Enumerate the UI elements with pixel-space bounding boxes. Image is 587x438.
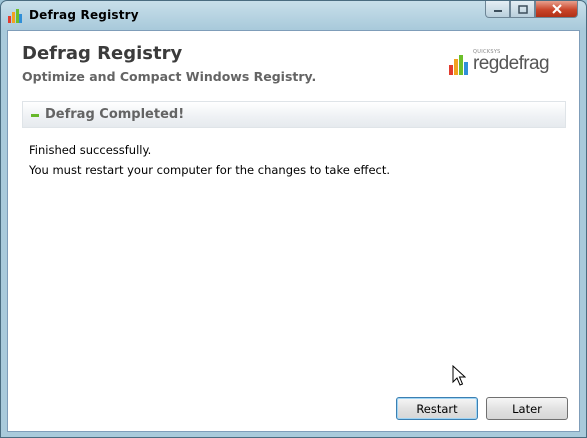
logo-word: regdefrag xyxy=(473,53,550,74)
status-message: Finished successfully. xyxy=(29,143,152,157)
later-button[interactable]: Later xyxy=(486,397,568,420)
maximize-icon xyxy=(517,4,528,14)
dialog-content: Defrag Registry Optimize and Compact Win… xyxy=(7,30,580,432)
logo-bars-icon xyxy=(449,55,468,75)
minimize-button[interactable] xyxy=(485,1,510,18)
minimize-icon xyxy=(493,10,502,12)
page-subtitle: Optimize and Compact Windows Registry. xyxy=(22,69,317,84)
dialog-window: Defrag Registry Defrag Registry Optimize… xyxy=(0,0,587,438)
maximize-button[interactable] xyxy=(510,1,535,18)
mouse-cursor-icon xyxy=(452,365,466,386)
close-icon xyxy=(551,4,562,14)
window-title: Defrag Registry xyxy=(29,8,139,22)
section-title: Defrag Completed! xyxy=(45,107,185,122)
restart-message: You must restart your computer for the c… xyxy=(29,163,391,177)
section-header: Defrag Completed! xyxy=(22,101,566,128)
page-title: Defrag Registry xyxy=(22,43,183,64)
collapse-dash-icon xyxy=(31,114,39,117)
title-bar[interactable]: Defrag Registry xyxy=(1,1,586,29)
restart-button[interactable]: Restart xyxy=(396,397,478,420)
app-icon xyxy=(8,9,22,23)
caption-buttons xyxy=(485,1,578,18)
regdefrag-logo: QUICKSYS regdefrag xyxy=(449,49,559,77)
close-button[interactable] xyxy=(535,1,578,18)
